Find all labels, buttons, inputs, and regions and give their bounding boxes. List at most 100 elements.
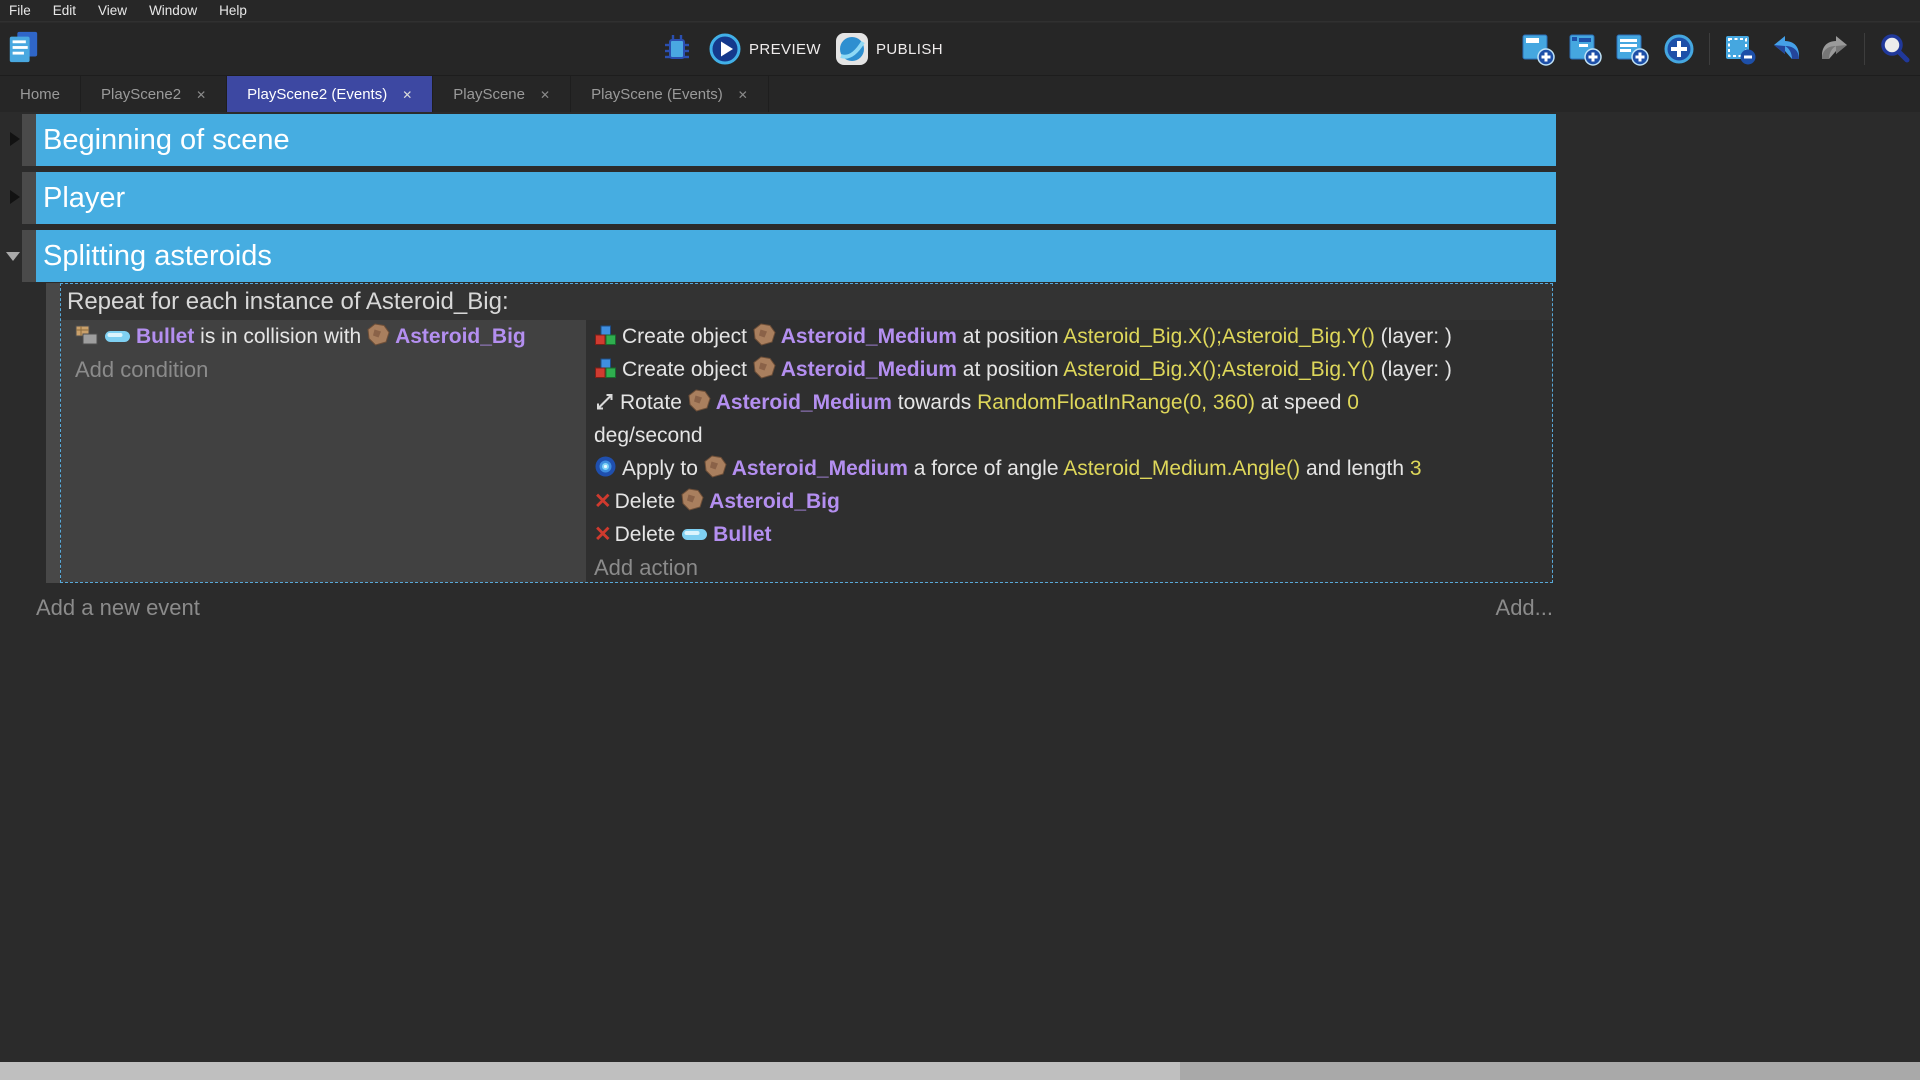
tab-playscene[interactable]: PlayScene ✕ [433, 76, 571, 113]
bullet-icon [104, 330, 131, 343]
text-segment: and length [1300, 457, 1410, 480]
menu-window[interactable]: Window [149, 3, 197, 18]
scrollbar-thumb[interactable] [0, 1062, 1180, 1080]
repeat-event-header[interactable]: Repeat for each instance of Asteroid_Big… [61, 284, 1552, 320]
asteroid-icon [704, 455, 727, 478]
selection-icon [1723, 32, 1757, 66]
text-segment: is in collision with [194, 325, 367, 348]
tab-playscene2-events[interactable]: PlayScene2 (Events) ✕ [227, 76, 433, 113]
asteroid-icon [753, 323, 776, 346]
action-row[interactable]: Apply to Asteroid_Medium a force of angl… [586, 452, 1552, 485]
delete-icon: ✕ [594, 522, 612, 547]
asteroid-icon [367, 323, 390, 346]
add-event-button[interactable] [1521, 32, 1555, 66]
add-action-button[interactable]: Add action [586, 551, 1552, 583]
group-drag-handle[interactable] [22, 230, 36, 282]
create-icon [594, 325, 617, 346]
add-subevent-button[interactable] [1568, 32, 1602, 66]
close-icon[interactable]: ✕ [738, 88, 748, 102]
group-drag-handle[interactable] [22, 114, 36, 166]
action-row[interactable]: ✕Delete Bullet [586, 518, 1552, 551]
text-segment: Asteroid_Medium [781, 325, 957, 348]
group-title: Splitting asteroids [43, 240, 272, 273]
text-segment: Create object [622, 325, 753, 348]
event-drag-handle[interactable] [46, 283, 60, 583]
chevron-right-icon[interactable] [10, 132, 20, 146]
preview-play-icon [708, 32, 742, 66]
force-icon [594, 455, 617, 478]
chevron-right-icon[interactable] [10, 190, 20, 204]
add-condition-button[interactable]: Add condition [61, 353, 586, 386]
text-segment: Asteroid_Big [709, 490, 840, 513]
text-segment: 3 [1410, 457, 1422, 480]
close-icon[interactable]: ✕ [402, 88, 412, 102]
horizontal-scrollbar[interactable] [0, 1062, 1920, 1080]
choose-event-button[interactable] [1662, 32, 1696, 66]
group-beginning-of-scene[interactable]: Beginning of scene [36, 114, 1556, 166]
project-manager-button[interactable] [6, 30, 44, 68]
toolbar-separator [1864, 33, 1865, 65]
add-comment-icon [1615, 32, 1649, 66]
add-event-icon [1521, 32, 1555, 66]
actions-column: Create object Asteroid_Medium at positio… [586, 320, 1552, 582]
main-toolbar: PREVIEW PUBLISH [0, 23, 1920, 75]
undo-icon [1770, 32, 1804, 66]
close-icon[interactable]: ✕ [196, 88, 206, 102]
tab-label: Home [20, 86, 60, 103]
menu-edit[interactable]: Edit [53, 3, 76, 18]
tab-label: PlayScene2 [101, 86, 181, 103]
menu-help[interactable]: Help [219, 3, 247, 18]
add-subevent-icon [1568, 32, 1602, 66]
action-row[interactable]: Rotate Asteroid_Medium towards RandomFlo… [586, 386, 1552, 452]
group-title: Player [43, 182, 125, 215]
debug-button[interactable] [660, 32, 694, 66]
tab-label: PlayScene [453, 86, 525, 103]
menu-view[interactable]: View [98, 3, 127, 18]
menu-file[interactable]: File [9, 3, 31, 18]
group-splitting-asteroids[interactable]: Splitting asteroids [36, 230, 1556, 282]
preview-button[interactable]: PREVIEW [708, 32, 821, 66]
toolbar-separator [1709, 33, 1710, 65]
debug-icon [660, 32, 694, 66]
text-segment: Asteroid_Big [395, 325, 526, 348]
publish-button[interactable]: PUBLISH [835, 32, 943, 66]
publish-label: PUBLISH [876, 41, 943, 58]
tab-home[interactable]: Home [0, 76, 81, 113]
close-icon[interactable]: ✕ [540, 88, 550, 102]
add-new-event-button[interactable]: Add a new event [36, 595, 200, 621]
search-icon [1878, 32, 1912, 66]
asteroid-icon [688, 389, 711, 412]
text-segment: (layer: ) [1375, 325, 1452, 348]
tab-playscene-events[interactable]: PlayScene (Events) ✕ [571, 76, 769, 113]
asteroid-icon [681, 488, 704, 511]
text-segment: Bullet [713, 523, 771, 546]
text-segment: (layer: ) [1375, 358, 1452, 381]
chevron-down-icon[interactable] [6, 252, 20, 261]
tab-playscene2[interactable]: PlayScene2 ✕ [81, 76, 227, 113]
group-drag-handle[interactable] [22, 172, 36, 224]
search-button[interactable] [1878, 32, 1912, 66]
repeat-event[interactable]: Repeat for each instance of Asteroid_Big… [60, 283, 1553, 583]
text-segment: Rotate [620, 391, 688, 414]
selection-button[interactable] [1723, 32, 1757, 66]
action-row[interactable]: Create object Asteroid_Medium at positio… [586, 353, 1552, 386]
text-segment: Asteroid_Big.X();Asteroid_Big.Y() [1063, 325, 1375, 348]
condition-row[interactable]: Bullet is in collision with Asteroid_Big [61, 320, 586, 353]
text-segment: a force of angle [908, 457, 1063, 480]
tab-bar: Home PlayScene2 ✕ PlayScene2 (Events) ✕ … [0, 75, 1920, 113]
action-row[interactable]: ✕Delete Asteroid_Big [586, 485, 1552, 518]
rotate-icon [594, 391, 615, 412]
add-comment-button[interactable] [1615, 32, 1649, 66]
events-sheet: Beginning of scene Player Splitting aste… [0, 112, 1920, 1062]
add-button[interactable]: Add... [1496, 595, 1553, 621]
create-icon [594, 358, 617, 379]
group-player[interactable]: Player [36, 172, 1556, 224]
preview-label: PREVIEW [749, 41, 821, 58]
text-segment: Asteroid_Medium [716, 391, 892, 414]
text-segment: towards [892, 391, 977, 414]
publish-globe-icon [835, 32, 869, 66]
undo-button[interactable] [1770, 32, 1804, 66]
action-row[interactable]: Create object Asteroid_Medium at positio… [586, 320, 1552, 353]
text-segment: Create object [622, 358, 753, 381]
redo-button[interactable] [1817, 32, 1851, 66]
